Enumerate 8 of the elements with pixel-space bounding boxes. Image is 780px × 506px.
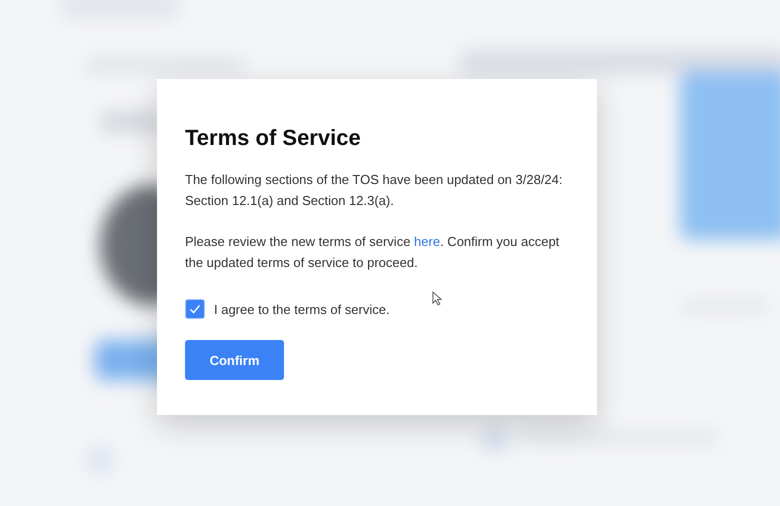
paragraph: The following sections of the TOS have been updated on 3/28/24: Section 12.1(a) and Section 12.3(a). <box>185 171 564 210</box>
confirm-button[interactable]: Confirm <box>185 340 284 380</box>
terms-link[interactable]: here <box>414 234 440 249</box>
paragraph: Please review the new terms of service here. Confirm you accept the updated terms of service to proceed. <box>185 233 560 272</box>
cursor-icon <box>432 291 443 306</box>
checkbox-label: I agree to the terms of service. <box>214 302 390 316</box>
dialog-title: Terms of Service <box>185 125 362 151</box>
agree-checkbox[interactable] <box>185 299 205 319</box>
